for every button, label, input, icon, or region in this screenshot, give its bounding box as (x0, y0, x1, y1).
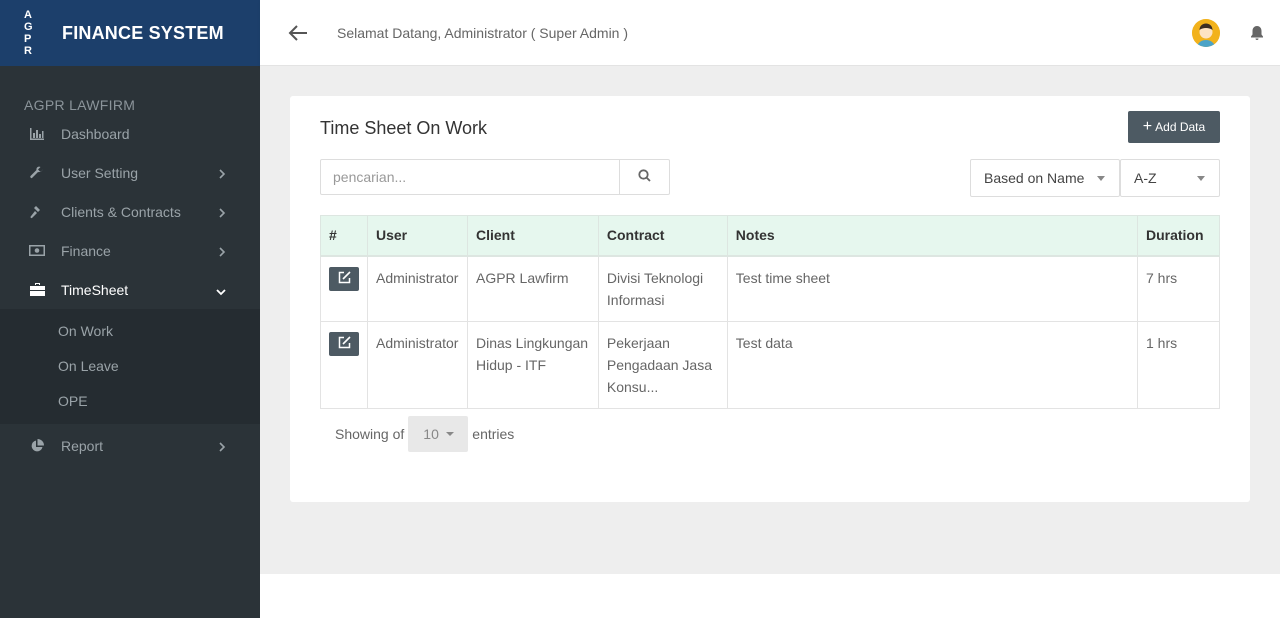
wrench-icon (28, 166, 46, 180)
avatar[interactable] (1192, 19, 1220, 47)
column-header-client: Client (466, 215, 599, 257)
search-icon (638, 169, 651, 185)
search-button[interactable] (620, 159, 670, 195)
showing-prefix: Showing of (335, 426, 405, 442)
caret-down-icon (446, 432, 455, 436)
chevron-right-icon (219, 205, 226, 221)
row-actions-cell (320, 255, 368, 322)
cell-duration: 7 hrs (1136, 255, 1221, 322)
caret-down-icon (1197, 176, 1205, 181)
brand-title: FINANCE SYSTEM (62, 22, 224, 43)
sidebar-item-label: TimeSheet (61, 281, 129, 298)
edit-icon (338, 268, 351, 290)
cell-contract: Pekerjaan Pengadaan Jasa Konsu... (597, 320, 728, 409)
plus-icon: + (1142, 118, 1153, 135)
cell-duration: 1 hrs (1136, 320, 1221, 409)
sidebar-subitem-ope[interactable]: OPE (0, 383, 260, 418)
chevron-right-icon (219, 439, 226, 455)
sidebar-item-finance[interactable]: Finance (0, 231, 260, 270)
sidebar-item-dashboard[interactable]: Dashboard (0, 114, 260, 153)
sidebar-item-label: Report (61, 437, 104, 454)
timesheet-card: Time Sheet On Work + Add Data Based on N… (290, 96, 1250, 502)
cell-user: Administrator (367, 320, 468, 409)
edit-icon (338, 333, 351, 355)
sidebar-item-timesheet[interactable]: TimeSheet (0, 270, 260, 309)
cell-notes: Test data (726, 320, 1138, 409)
sidebar-item-user-setting[interactable]: User Setting (0, 153, 260, 192)
briefcase-icon (28, 283, 46, 297)
brand-header[interactable]: A GP R FINANCE SYSTEM (0, 0, 260, 66)
sort-field-select[interactable]: Based on Name (970, 159, 1120, 197)
cell-notes: Test time sheet (726, 255, 1138, 322)
page-size-value: 10 (423, 426, 439, 442)
edit-button[interactable] (329, 266, 359, 291)
org-name: AGPR LAWFIRM (24, 97, 136, 113)
row-actions-cell (320, 320, 368, 409)
sidebar-item-label: Dashboard (61, 125, 130, 142)
add-data-button[interactable]: + Add Data (1128, 111, 1220, 143)
column-header-user: User (367, 215, 468, 257)
welcome-text: Selamat Datang, Administrator ( Super Ad… (337, 25, 629, 41)
sidebar-item-report[interactable]: Report (0, 426, 260, 465)
sidebar-item-clients-contracts[interactable]: Clients & Contracts (0, 192, 260, 231)
edit-button[interactable] (329, 331, 359, 356)
table-row: Administrator AGPR Lawfirm Divisi Teknol… (320, 255, 1221, 322)
showing-suffix: entries (472, 426, 515, 442)
sidebar-item-label: Finance (61, 242, 111, 259)
page-title: Time Sheet On Work (320, 118, 488, 138)
pagination-info: Showing of 10 entries (335, 416, 514, 452)
chevron-right-icon (219, 166, 226, 182)
sort-field-value: Based on Name (984, 170, 1085, 186)
topbar: Selamat Datang, Administrator ( Super Ad… (260, 0, 1280, 66)
cell-contract: Divisi Teknologi Informasi (597, 255, 728, 322)
column-header-contract: Contract (597, 215, 728, 257)
brand-logo: A GP R (24, 9, 36, 57)
table-header-row: # User Client Contract Notes Duration (320, 215, 1221, 257)
pie-chart-icon (28, 438, 46, 453)
chevron-down-icon (216, 283, 226, 299)
add-data-label: Add Data (1155, 120, 1206, 134)
column-header-notes: Notes (726, 215, 1138, 257)
page-size-select[interactable]: 10 (408, 416, 469, 452)
sidebar-item-label: User Setting (61, 164, 139, 181)
back-arrow-icon[interactable] (288, 24, 308, 42)
sort-order-select[interactable]: A-Z (1120, 159, 1220, 197)
sort-order-value: A-Z (1134, 170, 1157, 186)
timesheet-submenu: On Work On Leave OPE (0, 309, 260, 424)
chevron-right-icon (219, 244, 226, 260)
cell-client: AGPR Lawfirm (466, 255, 599, 322)
sidebar-item-label: Clients & Contracts (61, 203, 181, 220)
caret-down-icon (1097, 176, 1105, 181)
column-header-duration: Duration (1136, 215, 1221, 257)
column-header-index: # (320, 215, 368, 257)
bell-icon[interactable] (1250, 25, 1264, 41)
sidebar-subitem-on-leave[interactable]: On Leave (0, 348, 260, 383)
cell-user: Administrator (367, 255, 468, 322)
money-icon (28, 244, 46, 258)
table-row: Administrator Dinas Lingkungan Hidup - I… (320, 320, 1221, 409)
cell-client: Dinas Lingkungan Hidup - ITF (466, 320, 599, 409)
sidebar-subitem-on-work[interactable]: On Work (0, 313, 260, 348)
timesheet-table: # User Client Contract Notes Duration Ad… (320, 215, 1221, 409)
search-input[interactable] (320, 159, 620, 195)
bar-chart-icon (28, 127, 46, 141)
gavel-icon (28, 205, 46, 219)
sidebar: A GP R FINANCE SYSTEM AGPR LAWFIRM Dashb… (0, 0, 260, 618)
